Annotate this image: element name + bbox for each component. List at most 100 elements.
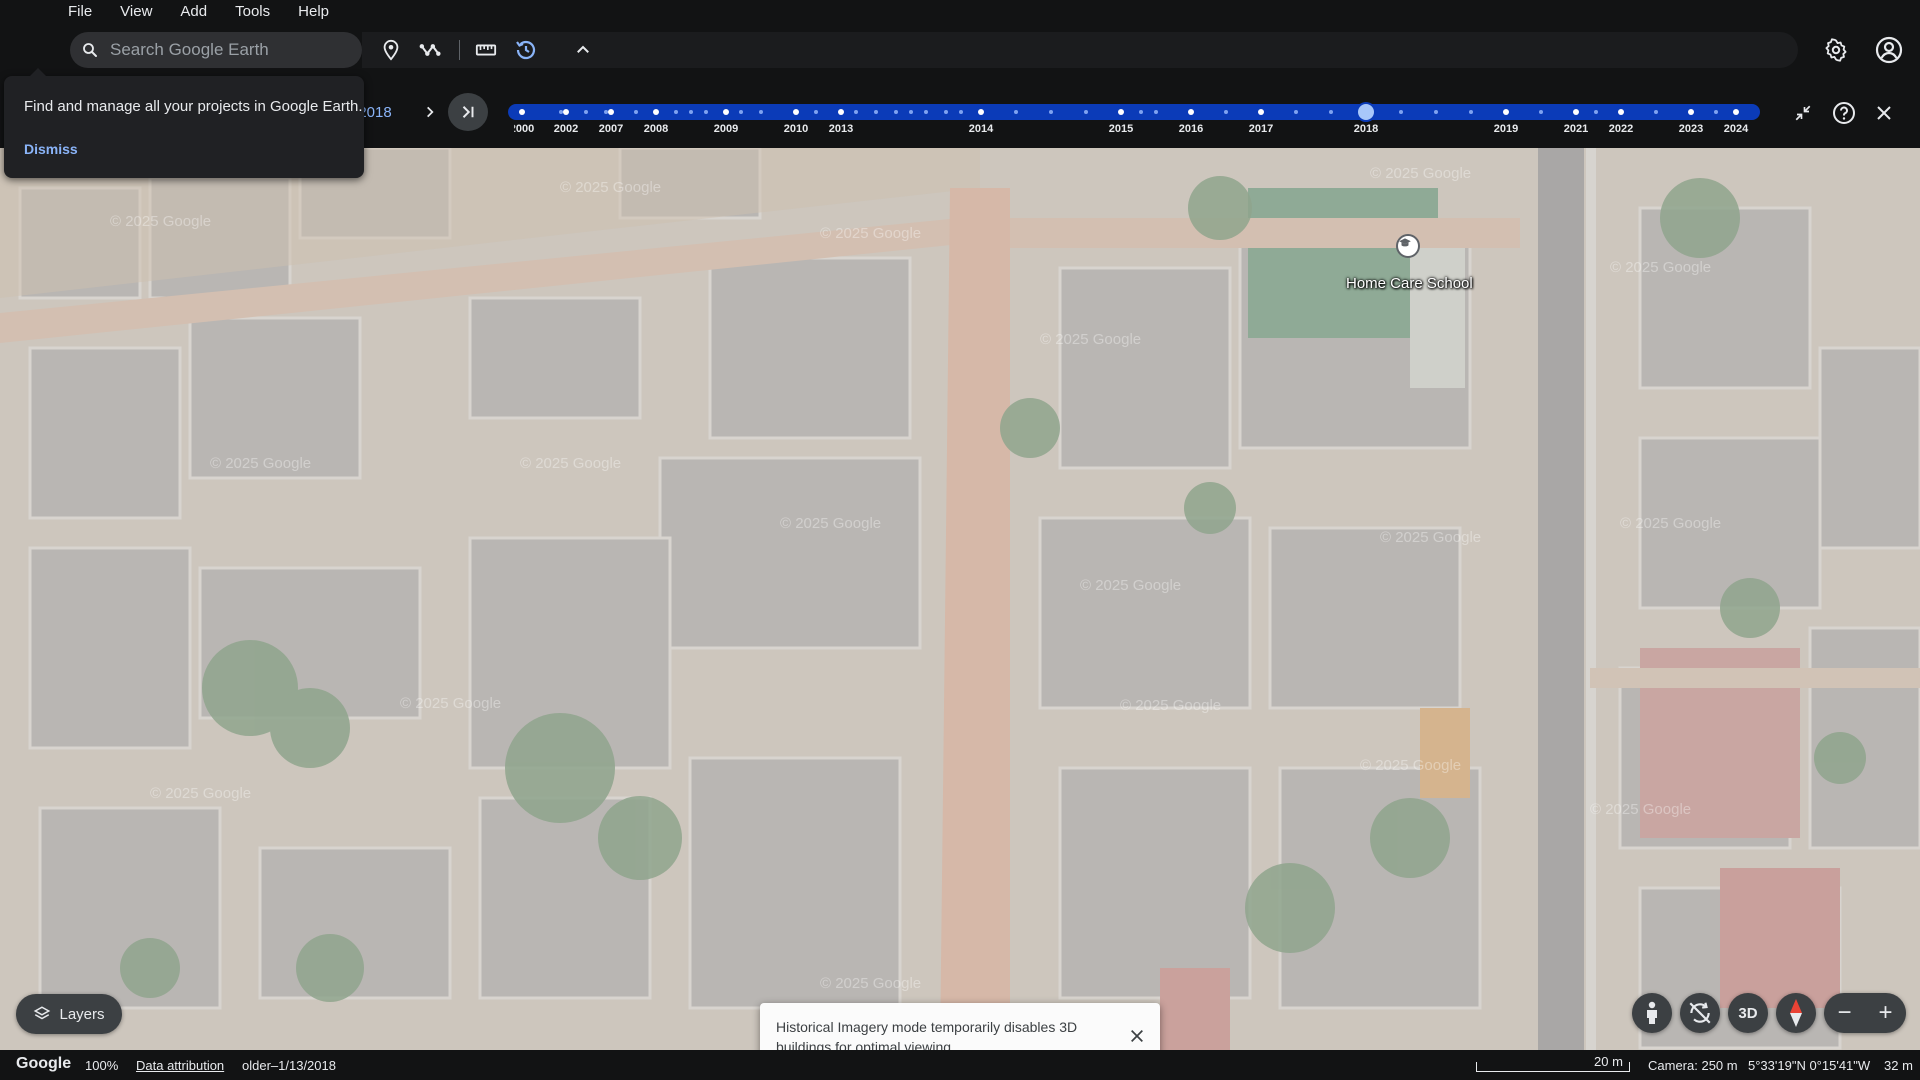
close-toast-icon[interactable] [1124, 1023, 1150, 1049]
search-input[interactable] [110, 40, 350, 60]
status-bar: Google 100% Data attribution older–1/13/… [0, 1050, 1920, 1080]
timeline-track[interactable] [508, 104, 1760, 120]
timeline-date-dot[interactable] [739, 110, 743, 114]
menu-help[interactable]: Help [284, 0, 343, 24]
timeline-date-dot[interactable] [1084, 110, 1088, 114]
timeline-date-dot[interactable] [959, 110, 963, 114]
timeline-year-label: 2021 [1563, 123, 1589, 135]
placemark-icon[interactable] [377, 36, 405, 64]
timeline-year-dot[interactable] [519, 109, 525, 115]
menu-view[interactable]: View [106, 0, 166, 24]
map-watermark: © 2025 Google [520, 455, 621, 472]
timeline-year-dot[interactable] [1118, 109, 1124, 115]
timeline-date-dot[interactable] [1654, 110, 1658, 114]
timeline-year-label: 2000 [509, 123, 535, 135]
timeline-year-dot[interactable] [1258, 109, 1264, 115]
timeline-year-dot[interactable] [1688, 109, 1694, 115]
dismiss-button[interactable]: Dismiss [24, 141, 78, 157]
timeline-year-label: 2007 [598, 123, 624, 135]
close-timeline-icon[interactable] [1871, 100, 1897, 126]
timeline-year-dot[interactable] [793, 109, 799, 115]
compass-button[interactable] [1776, 993, 1816, 1033]
projects-tip-popup: Find and manage all your projects in Goo… [4, 68, 364, 178]
timeline-year-dot[interactable] [1503, 109, 1509, 115]
map-watermark: © 2025 Google [1080, 577, 1181, 594]
account-icon[interactable] [1874, 35, 1904, 65]
timeline-date-dot[interactable] [1399, 110, 1403, 114]
toggle-tilt-button[interactable] [1680, 993, 1720, 1033]
menu-tools[interactable]: Tools [221, 0, 284, 24]
zoom-out-button[interactable]: − [1827, 993, 1863, 1033]
timeline-year-dot[interactable] [1618, 109, 1624, 115]
timeline-date-dot[interactable] [704, 110, 708, 114]
map-watermark: © 2025 Google [400, 695, 501, 712]
timeline-date-dot[interactable] [674, 110, 678, 114]
map-watermark: © 2025 Google [1380, 529, 1481, 546]
collapse-chevron-icon[interactable] [569, 36, 597, 64]
menu-file[interactable]: File [54, 0, 106, 24]
timeline-date-dot[interactable] [894, 110, 898, 114]
timeline-date-dot[interactable] [1139, 110, 1143, 114]
poi-label[interactable]: Home Care School [1346, 275, 1473, 292]
timeline-date-dot[interactable] [1434, 110, 1438, 114]
timeline-date-dot[interactable] [1014, 110, 1018, 114]
timeline-date-dot[interactable] [1469, 110, 1473, 114]
path-icon[interactable] [417, 36, 445, 64]
jump-to-latest-button[interactable] [448, 93, 488, 131]
minimize-timeline-icon[interactable] [1790, 100, 1816, 126]
timeline-year-dot[interactable] [723, 109, 729, 115]
timeline-date-dot[interactable] [1049, 110, 1053, 114]
timeline-year-dot[interactable] [1733, 109, 1739, 115]
settings-icon[interactable] [1822, 36, 1850, 64]
pegman-button[interactable] [1632, 993, 1672, 1033]
zoom-in-button[interactable]: + [1868, 993, 1904, 1033]
timeline-year-label: 2022 [1608, 123, 1634, 135]
timeline-year-dot[interactable] [1573, 109, 1579, 115]
timeline-date-dot[interactable] [1154, 110, 1158, 114]
timeline-year-dot[interactable] [608, 109, 614, 115]
timeline-date-dot[interactable] [909, 110, 913, 114]
historical-imagery-icon[interactable] [512, 36, 540, 64]
timeline-date-dot[interactable] [1329, 110, 1333, 114]
timeline-date-dot[interactable] [634, 110, 638, 114]
timeline-selected-handle[interactable] [1358, 104, 1374, 120]
data-attribution-link[interactable]: Data attribution [136, 1058, 224, 1073]
help-icon[interactable] [1831, 100, 1857, 126]
timeline-date-dot[interactable] [854, 110, 858, 114]
timeline-date-dot[interactable] [1539, 110, 1543, 114]
menu-add[interactable]: Add [166, 0, 221, 24]
timeline-year-label: 2013 [828, 123, 854, 135]
timeline-date-dot[interactable] [944, 110, 948, 114]
timeline-year-label: 2010 [783, 123, 809, 135]
layers-button[interactable]: Layers [16, 994, 122, 1034]
timeline-date-dot[interactable] [1224, 110, 1228, 114]
layers-icon [34, 1006, 51, 1020]
satellite-map-view[interactable]: © 2025 Google © 2025 Google © 2025 Googl… [0, 148, 1920, 1050]
map-watermark: © 2025 Google [1610, 259, 1711, 276]
search-box[interactable] [70, 32, 362, 68]
school-pin-icon[interactable] [1396, 234, 1420, 258]
popup-message: Find and manage all your projects in Goo… [24, 98, 363, 115]
timeline-date-dot[interactable] [814, 110, 818, 114]
map-watermark: © 2025 Google [560, 179, 661, 196]
timeline-year-dot[interactable] [1188, 109, 1194, 115]
timeline-date-dot[interactable] [1594, 110, 1598, 114]
timeline-date-dot[interactable] [1714, 110, 1718, 114]
timeline-year-label: 2018 [1353, 123, 1379, 135]
timeline-date-dot[interactable] [759, 110, 763, 114]
timeline-year-dot[interactable] [838, 109, 844, 115]
timeline-year-dot[interactable] [563, 109, 569, 115]
ruler-icon[interactable] [472, 36, 500, 64]
timeline-date-dot[interactable] [874, 110, 878, 114]
next-date-button[interactable] [418, 100, 442, 124]
timeline-date-dot[interactable] [689, 110, 693, 114]
timeline-date-dot[interactable] [584, 110, 588, 114]
timeline-year-dot[interactable] [653, 109, 659, 115]
zoom-level: 100% [85, 1058, 119, 1073]
zoom-controls: − + [1824, 993, 1906, 1033]
timeline-date-dot[interactable] [924, 110, 928, 114]
map-watermark: © 2025 Google [1360, 757, 1461, 774]
3d-toggle-button[interactable]: 3D [1728, 993, 1768, 1033]
timeline-date-dot[interactable] [1294, 110, 1298, 114]
timeline-year-dot[interactable] [978, 109, 984, 115]
